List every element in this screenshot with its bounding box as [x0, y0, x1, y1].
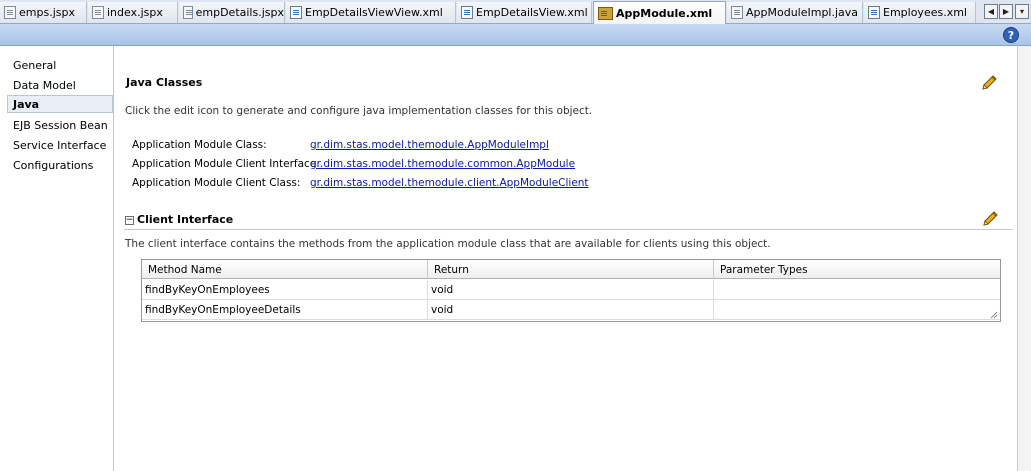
- xml-file-icon: [461, 6, 473, 19]
- table-header: Method Name Return Parameter Types: [142, 260, 1000, 279]
- app-module-icon: [598, 6, 613, 20]
- nav-item-configurations[interactable]: Configurations: [8, 156, 114, 174]
- client-interface-table: Method Name Return Parameter Types findB…: [141, 259, 1001, 322]
- nav-item-data-model[interactable]: Data Model: [8, 76, 114, 94]
- chevron-down-icon: ▾: [1019, 7, 1024, 16]
- nav-item-label: EJB Session Bean: [13, 118, 108, 132]
- tab-label: Employees.xml: [883, 6, 967, 19]
- app-module-class-link[interactable]: gr.dim.stas.model.themodule.AppModuleImp…: [310, 139, 549, 151]
- tab-list-button[interactable]: ▾: [1015, 4, 1029, 19]
- nav-item-label: Configurations: [13, 158, 94, 172]
- editor-tab-bar: emps.jspx index.jspx empDetails.jspx Emp…: [0, 0, 1031, 24]
- minus-icon: −: [125, 215, 134, 225]
- nav-item-label: Data Model: [13, 78, 76, 92]
- xml-file-icon: [290, 6, 302, 19]
- jspx-file-icon: [183, 6, 193, 19]
- nav-item-ejb-session-bean[interactable]: EJB Session Bean: [8, 116, 114, 134]
- nav-item-label: General: [13, 58, 57, 72]
- java-file-icon: [731, 6, 743, 19]
- jspx-file-icon: [92, 6, 104, 19]
- tab-employees-xml[interactable]: Employees.xml: [864, 2, 976, 23]
- resize-grip-icon[interactable]: [988, 309, 998, 319]
- tab-emps-jspx[interactable]: emps.jspx: [0, 2, 87, 23]
- nav-item-java[interactable]: Java: [7, 95, 113, 113]
- column-header-parameter-types[interactable]: Parameter Types: [714, 260, 1000, 279]
- tab-label: EmpDetailsView.xml: [476, 6, 588, 19]
- overview-nav: General Data Model Java EJB Session Bean…: [0, 46, 114, 471]
- tab-appmodule-xml[interactable]: AppModule.xml: [593, 1, 726, 24]
- nav-item-label: Service Interface: [13, 138, 107, 152]
- client-interface-description: The client interface contains the method…: [125, 238, 771, 250]
- nav-item-service-interface[interactable]: Service Interface: [8, 136, 114, 154]
- java-classes-description: Click the edit icon to generate and conf…: [125, 105, 593, 117]
- tab-label: AppModuleImpl.java: [746, 6, 859, 19]
- parameter-types-cell: [714, 300, 1000, 320]
- section-divider: [124, 229, 1013, 230]
- tab-empdetailsviewview-xml[interactable]: EmpDetailsViewView.xml: [286, 2, 456, 23]
- tab-label: AppModule.xml: [616, 6, 713, 20]
- app-module-client-interface-label: Application Module Client Interface:: [132, 158, 320, 170]
- return-cell: void: [428, 280, 714, 300]
- java-page: Java Classes Click the edit icon to gene…: [115, 46, 1017, 471]
- tab-scroll-left-button[interactable]: ◀: [984, 4, 998, 19]
- return-cell: void: [428, 300, 714, 320]
- app-module-client-class-link[interactable]: gr.dim.stas.model.themodule.client.AppMo…: [310, 177, 589, 189]
- tab-scroll-right-button[interactable]: ▶: [999, 4, 1013, 19]
- tab-label: emps.jspx: [19, 6, 75, 19]
- xml-file-icon: [868, 6, 880, 19]
- edit-client-interface-pencil-icon[interactable]: [981, 210, 999, 228]
- tab-empdetailsview-xml[interactable]: EmpDetailsView.xml: [457, 2, 592, 23]
- edit-java-classes-pencil-icon[interactable]: [980, 74, 998, 92]
- help-icon[interactable]: ?: [1003, 27, 1019, 43]
- editor-header-strip: [0, 24, 1031, 46]
- arrow-right-icon: ▶: [1002, 7, 1010, 16]
- column-header-method-name[interactable]: Method Name: [142, 260, 428, 279]
- java-classes-title: Java Classes: [126, 76, 203, 89]
- method-name-cell: findByKeyOnEmployees: [142, 280, 428, 300]
- client-interface-title: Client Interface: [137, 213, 234, 226]
- tab-label: empDetails.jspx: [195, 6, 284, 19]
- table-row[interactable]: findByKeyOnEmployees void: [142, 280, 1000, 300]
- app-module-client-class-label: Application Module Client Class:: [132, 177, 301, 189]
- app-module-class-label: Application Module Class:: [132, 139, 267, 151]
- method-name-cell: findByKeyOnEmployeeDetails: [142, 300, 428, 320]
- jspx-file-icon: [4, 6, 16, 19]
- column-header-return[interactable]: Return: [428, 260, 714, 279]
- collapse-client-interface-toggle[interactable]: −: [125, 216, 134, 225]
- tab-appmoduleimpl-java[interactable]: AppModuleImpl.java: [727, 2, 863, 23]
- vertical-scrollbar[interactable]: [1017, 46, 1031, 471]
- app-module-client-interface-link[interactable]: gr.dim.stas.model.themodule.common.AppMo…: [310, 158, 575, 170]
- arrow-left-icon: ◀: [987, 7, 995, 16]
- nav-item-general[interactable]: General: [8, 56, 114, 74]
- table-row[interactable]: findByKeyOnEmployeeDetails void: [142, 300, 1000, 320]
- tab-label: EmpDetailsViewView.xml: [305, 6, 443, 19]
- tab-empdetails-jspx[interactable]: empDetails.jspx: [179, 2, 285, 23]
- nav-item-label: Java: [13, 97, 40, 111]
- tab-label: index.jspx: [107, 6, 163, 19]
- tab-index-jspx[interactable]: index.jspx: [88, 2, 178, 23]
- parameter-types-cell: [714, 280, 1000, 300]
